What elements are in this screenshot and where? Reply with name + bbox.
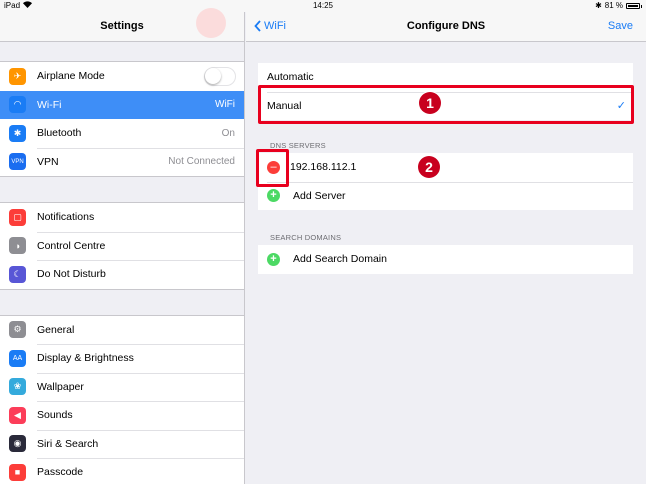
sidebar-item-sounds[interactable]: ◀ Sounds	[0, 401, 244, 430]
settings-group: ✈ Airplane Mode ◠ Wi-Fi WiFi ✱ Bluetooth On VPN V…	[0, 61, 244, 177]
sidebar-item-siri-search[interactable]: ◉ Siri & Search	[0, 429, 244, 459]
mode-label: Manual	[267, 99, 302, 112]
add-search-domain-label: Add Search Domain	[293, 253, 387, 266]
wifi-icon: ◠	[9, 96, 26, 114]
dns-mode-group: Automatic Manual ✓	[258, 63, 633, 120]
sidebar-item-value: Not Connected	[168, 156, 235, 168]
sidebar-item-label: Display & Brightness	[37, 352, 134, 365]
step-badge-1: 1	[419, 92, 441, 114]
page-title: Configure DNS	[406, 20, 486, 32]
gear-icon: ⚙	[9, 321, 26, 339]
airplane-icon: ✈	[9, 67, 26, 85]
sidebar-item-label: VPN	[37, 155, 59, 168]
sidebar-item-notifications[interactable]: ▢ Notifications	[0, 203, 244, 232]
toggle-knob	[205, 67, 221, 84]
sidebar-item-bluetooth[interactable]: ✱ Bluetooth On	[0, 119, 244, 148]
sidebar-item-label: General	[37, 323, 75, 336]
airplane-mode-toggle[interactable]	[204, 66, 236, 86]
dns-nav-bar: WiFi Configure DNS Save	[246, 12, 646, 42]
dns-server-address[interactable]: 192.168.112.1	[290, 161, 356, 173]
save-button[interactable]: Save	[608, 12, 633, 40]
sidebar-item-label: Bluetooth	[37, 127, 82, 140]
sidebar-item-label: Control Centre	[37, 239, 106, 252]
add-search-domain-row[interactable]: + Add Search Domain	[258, 245, 633, 274]
bluetooth-icon: ✱	[9, 124, 26, 142]
status-bar: iPad 14:25 ✱ 81 %	[0, 0, 646, 12]
battery-icon	[626, 3, 640, 9]
add-server-row[interactable]: + Add Server	[258, 181, 633, 211]
sidebar-item-airplane-mode[interactable]: ✈ Airplane Mode	[0, 62, 244, 91]
remove-server-icon[interactable]: –	[267, 160, 280, 174]
add-icon: +	[267, 252, 280, 266]
touch-indicator	[196, 8, 226, 38]
vpn-icon: VPN	[9, 153, 26, 171]
sidebar-item-vpn[interactable]: VPN VPN Not Connected	[0, 147, 244, 177]
sidebar-item-value: On	[221, 127, 235, 139]
sidebar-item-display-brightness[interactable]: AA Display & Brightness	[0, 344, 244, 373]
add-icon: +	[267, 189, 280, 203]
settings-title: Settings	[100, 20, 144, 32]
settings-group: ▢ Notifications ◑ Control Centre ☾ Do Not Dis…	[0, 202, 244, 290]
sidebar-item-label: Notifications	[37, 211, 95, 224]
bluetooth-status-icon: ✱	[595, 1, 602, 10]
battery-percent: 81 %	[604, 1, 623, 10]
wallpaper-icon: ❀	[9, 378, 26, 396]
sidebar-item-label: Siri & Search	[37, 437, 99, 450]
settings-sidebar: Settings ✈ Airplane Mode ◠ Wi-Fi WiFi ✱ Blueto…	[0, 8, 245, 484]
dns-servers-header: DNS SERVERS	[270, 141, 326, 150]
sidebar-item-control-centre[interactable]: ◑ Control Centre	[0, 231, 244, 261]
sidebar-item-label: Wi-Fi	[37, 98, 62, 111]
mode-label: Automatic	[267, 71, 314, 84]
configure-dns-pane: WiFi Configure DNS Save Automatic Manual…	[246, 12, 646, 484]
mode-automatic[interactable]: Automatic	[258, 63, 633, 92]
sidebar-item-label: Airplane Mode	[37, 70, 105, 83]
sidebar-item-passcode[interactable]: ■ Passcode	[0, 458, 244, 484]
sidebar-item-value: WiFi	[215, 99, 235, 111]
moon-icon: ☾	[9, 265, 26, 283]
status-time: 14:25	[312, 1, 334, 10]
sidebar-item-label: Sounds	[37, 409, 73, 422]
sidebar-item-label: Wallpaper	[37, 380, 84, 393]
control-centre-icon: ◑	[9, 237, 26, 255]
dns-servers-group: – 192.168.112.1 + Add Server	[258, 153, 633, 210]
dns-server-row: – 192.168.112.1	[258, 153, 633, 182]
display-icon: AA	[9, 349, 26, 367]
step-badge-2: 2	[418, 156, 440, 178]
sidebar-item-general[interactable]: ⚙ General	[0, 316, 244, 345]
search-domains-group: + Add Search Domain	[258, 245, 633, 274]
lock-icon: ■	[9, 463, 26, 481]
sidebar-item-wallpaper[interactable]: ❀ Wallpaper	[0, 372, 244, 402]
notifications-icon: ▢	[9, 208, 26, 226]
search-domains-header: SEARCH DOMAINS	[270, 233, 342, 242]
sidebar-item-do-not-disturb[interactable]: ☾ Do Not Disturb	[0, 260, 244, 289]
checkmark-icon: ✓	[616, 100, 626, 113]
mode-manual[interactable]: Manual ✓	[258, 91, 633, 121]
speaker-icon: ◀	[9, 406, 26, 424]
siri-icon: ◉	[9, 435, 26, 453]
settings-group: ⚙ General AA Display & Brightness ❀ Wallpaper…	[0, 314, 244, 484]
sidebar-item-label: Do Not Disturb	[37, 268, 106, 281]
sidebar-item-label: Passcode	[37, 466, 84, 479]
sidebar-item-wi-fi[interactable]: ◠ Wi-Fi WiFi	[0, 90, 244, 119]
settings-nav-bar: Settings	[0, 8, 244, 42]
add-server-label: Add Server	[293, 189, 346, 202]
